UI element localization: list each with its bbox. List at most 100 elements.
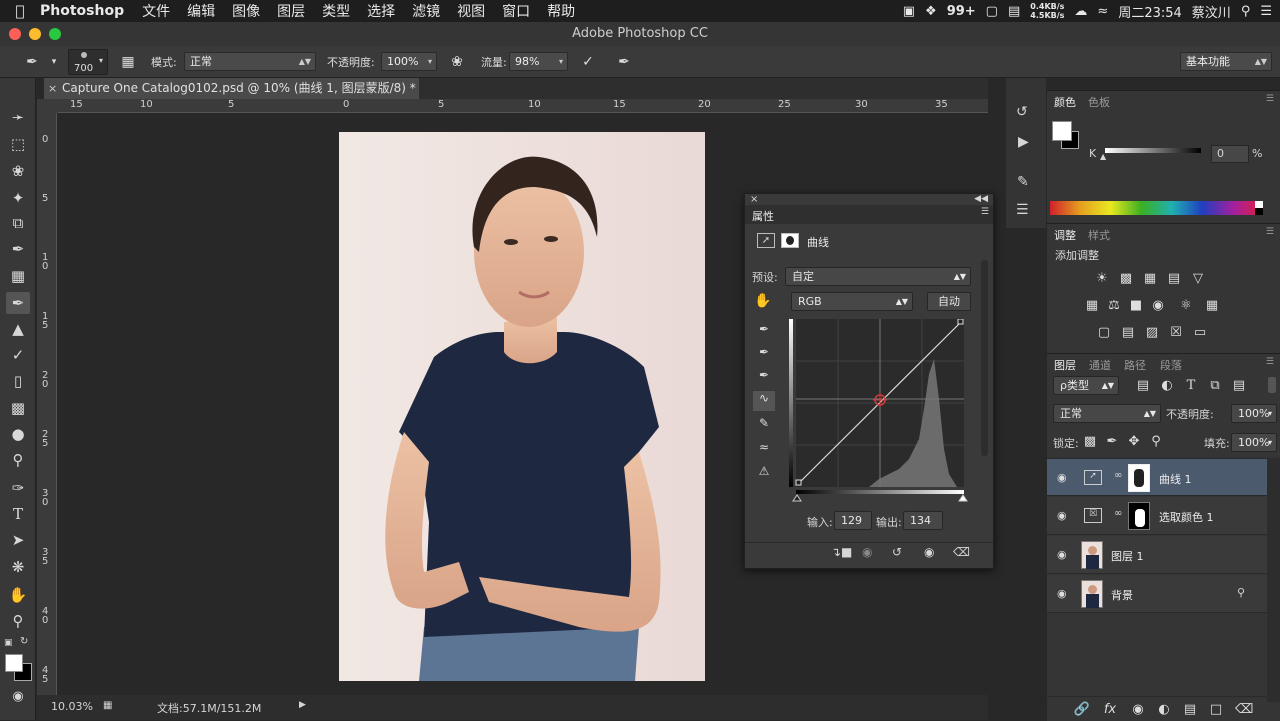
panel-menu-icon[interactable]: ☰ <box>1266 227 1274 237</box>
zoom-tool-icon[interactable]: ⚲ <box>6 610 30 632</box>
layer-thumbnail[interactable] <box>1081 541 1103 569</box>
screen-record-icon[interactable]: ▣ <box>903 4 915 19</box>
history-brush-tool-icon[interactable]: ✓ <box>6 344 30 366</box>
layer-row-curves[interactable]: ◉ ➚ ∞ 曲线 1 <box>1047 458 1267 496</box>
display-icon[interactable]: ▤ <box>1008 4 1020 19</box>
workspace-select[interactable]: 基本功能 ▲▼ <box>1180 52 1272 71</box>
lock-transparent-icon[interactable]: ▩ <box>1081 434 1099 450</box>
layer-mask-icon[interactable] <box>781 233 799 248</box>
tab-layers[interactable]: 图层 <box>1054 357 1076 373</box>
wifi-icon[interactable]: ≈ <box>1097 4 1108 19</box>
share-icon[interactable]: ▦ <box>103 700 112 711</box>
smooth-curve-icon[interactable]: ≈ <box>753 440 775 460</box>
link-icon[interactable]: ∞ <box>1114 508 1122 519</box>
layer-filter-select[interactable]: ρ类型 ▲▼ <box>1053 376 1119 395</box>
white-swatch[interactable] <box>1255 201 1263 208</box>
adjustments-sliders-icon[interactable]: ☰ <box>1016 202 1029 218</box>
eyedropper-tool-icon[interactable]: ✒ <box>6 238 30 260</box>
tool-presets-icon[interactable]: ✎ <box>1017 174 1029 190</box>
layers-scrollbar[interactable] <box>1267 458 1280 702</box>
photo-filter-icon[interactable]: ◉ <box>1149 298 1167 314</box>
new-group-icon[interactable]: ▤ <box>1181 702 1199 718</box>
filter-toggle[interactable] <box>1268 377 1276 393</box>
layer-style-fx-icon[interactable]: fx <box>1101 702 1119 718</box>
clock[interactable]: 周二23:54 <box>1118 2 1181 21</box>
tab-properties[interactable]: 属性 <box>752 208 774 224</box>
filter-adjustment-icon[interactable]: ◐ <box>1158 378 1176 394</box>
menu-type[interactable]: 类型 <box>322 1 350 21</box>
zoom-level[interactable]: 10.03% <box>51 700 93 713</box>
vibrance-icon[interactable]: ▽ <box>1189 271 1207 287</box>
view-previous-icon[interactable]: ◉ <box>862 545 872 559</box>
menu-select[interactable]: 选择 <box>367 1 395 21</box>
layer-mask-thumbnail[interactable] <box>1128 464 1150 492</box>
input-method-icon[interactable]: ▢ <box>986 4 998 19</box>
new-layer-icon[interactable]: □ <box>1207 702 1225 718</box>
levels-icon[interactable]: ▩ <box>1117 271 1135 287</box>
spotlight-search-icon[interactable]: ⚲ <box>1241 4 1251 19</box>
new-adjustment-layer-icon[interactable]: ◐ <box>1155 702 1173 718</box>
black-white-icon[interactable]: ■ <box>1127 298 1145 314</box>
crop-tool-icon[interactable]: ⧉ <box>6 212 30 234</box>
document-tab[interactable]: × Capture One Catalog0102.psd @ 10% (曲线 … <box>44 78 419 99</box>
menu-image[interactable]: 图像 <box>232 1 260 21</box>
history-panel-icon[interactable]: ↺ <box>1016 104 1028 120</box>
white-point-eyedropper-icon[interactable]: ✒ <box>753 368 775 388</box>
add-mask-icon[interactable]: ◉ <box>1129 702 1147 718</box>
k-value-field[interactable]: 0 <box>1211 145 1249 163</box>
channel-mixer-icon[interactable]: ⚛ <box>1177 298 1195 314</box>
layer-mask-thumbnail[interactable] <box>1128 502 1150 530</box>
menu-file[interactable]: 文件 <box>142 1 170 21</box>
actions-panel-icon[interactable]: ▶ <box>1018 134 1029 150</box>
black-swatch[interactable] <box>1255 208 1263 215</box>
layer-opacity-field[interactable]: 100% ▾ <box>1231 404 1277 423</box>
menu-view[interactable]: 视图 <box>457 1 485 21</box>
reset-icon[interactable]: ↺ <box>892 545 902 559</box>
hue-saturation-icon[interactable]: ▦ <box>1083 298 1101 314</box>
targeted-adjust-icon[interactable]: ✋ <box>754 293 771 309</box>
delete-layer-icon[interactable]: ⌫ <box>1235 702 1253 718</box>
properties-scrollbar[interactable] <box>981 260 988 456</box>
link-icon[interactable]: ∞ <box>1114 470 1122 481</box>
curve-point-edit-icon[interactable]: ∿ <box>753 391 775 411</box>
move-tool-icon[interactable]: ➛ <box>6 106 30 128</box>
dodge-tool-icon[interactable]: ⚲ <box>6 449 30 471</box>
menu-edit[interactable]: 编辑 <box>187 1 215 21</box>
marquee-tool-icon[interactable]: ⬚ <box>6 133 30 155</box>
user-name[interactable]: 蔡汶川 <box>1192 2 1231 21</box>
pressure-opacity-icon[interactable]: ❀ <box>447 52 467 72</box>
blend-mode-select[interactable]: 正常 ▲▼ <box>1053 404 1161 423</box>
minimize-window-button[interactable] <box>29 28 41 40</box>
quick-mask-icon[interactable]: ◉ <box>6 686 30 708</box>
tab-styles[interactable]: 样式 <box>1088 227 1110 243</box>
airbrush-icon[interactable]: ✓ <box>578 52 598 72</box>
pen-tool-icon[interactable]: ✑ <box>6 477 30 499</box>
brightness-contrast-icon[interactable]: ☀ <box>1093 271 1111 287</box>
tab-paths[interactable]: 路径 <box>1124 357 1146 373</box>
input-field[interactable]: 129 <box>834 511 872 530</box>
foreground-color-swatch[interactable] <box>1052 121 1072 141</box>
brush-tool-preset-icon[interactable]: ✒ <box>22 52 42 72</box>
custom-shape-tool-icon[interactable]: ❋ <box>6 556 30 578</box>
gradient-tool-icon[interactable]: ▩ <box>6 397 30 419</box>
tab-channels[interactable]: 通道 <box>1089 357 1111 373</box>
filter-smart-object-icon[interactable]: ▤ <box>1230 378 1248 394</box>
black-point-eyedropper-icon[interactable]: ✒ <box>753 322 775 342</box>
layer-row-selective-color[interactable]: ◉ ☒ ∞ 选取颜色 1 <box>1047 497 1267 535</box>
link-layers-icon[interactable]: 🔗 <box>1073 702 1091 718</box>
curves-adjustment-icon[interactable]: ➚ <box>757 233 775 248</box>
threshold-icon[interactable]: ▨ <box>1143 325 1161 341</box>
clipping-warning-icon[interactable]: ⚠ <box>753 464 775 484</box>
document-image[interactable] <box>339 132 705 681</box>
default-colors-icon[interactable]: ▣ <box>4 638 13 648</box>
close-panel-icon[interactable]: × <box>750 194 758 205</box>
layer-row-layer-1[interactable]: ◉ 图层 1 <box>1047 536 1267 574</box>
mode-select[interactable]: 正常 ▲▼ <box>184 52 316 71</box>
type-tool-icon[interactable]: T <box>6 503 30 525</box>
lasso-tool-icon[interactable]: ❀ <box>6 160 30 182</box>
hand-tool-icon[interactable]: ✋ <box>6 584 30 606</box>
channel-select[interactable]: RGB ▲▼ <box>791 292 913 311</box>
exposure-icon[interactable]: ▤ <box>1165 271 1183 287</box>
color-lookup-icon[interactable]: ▦ <box>1203 298 1221 314</box>
tab-paragraph[interactable]: 段落 <box>1160 357 1182 373</box>
